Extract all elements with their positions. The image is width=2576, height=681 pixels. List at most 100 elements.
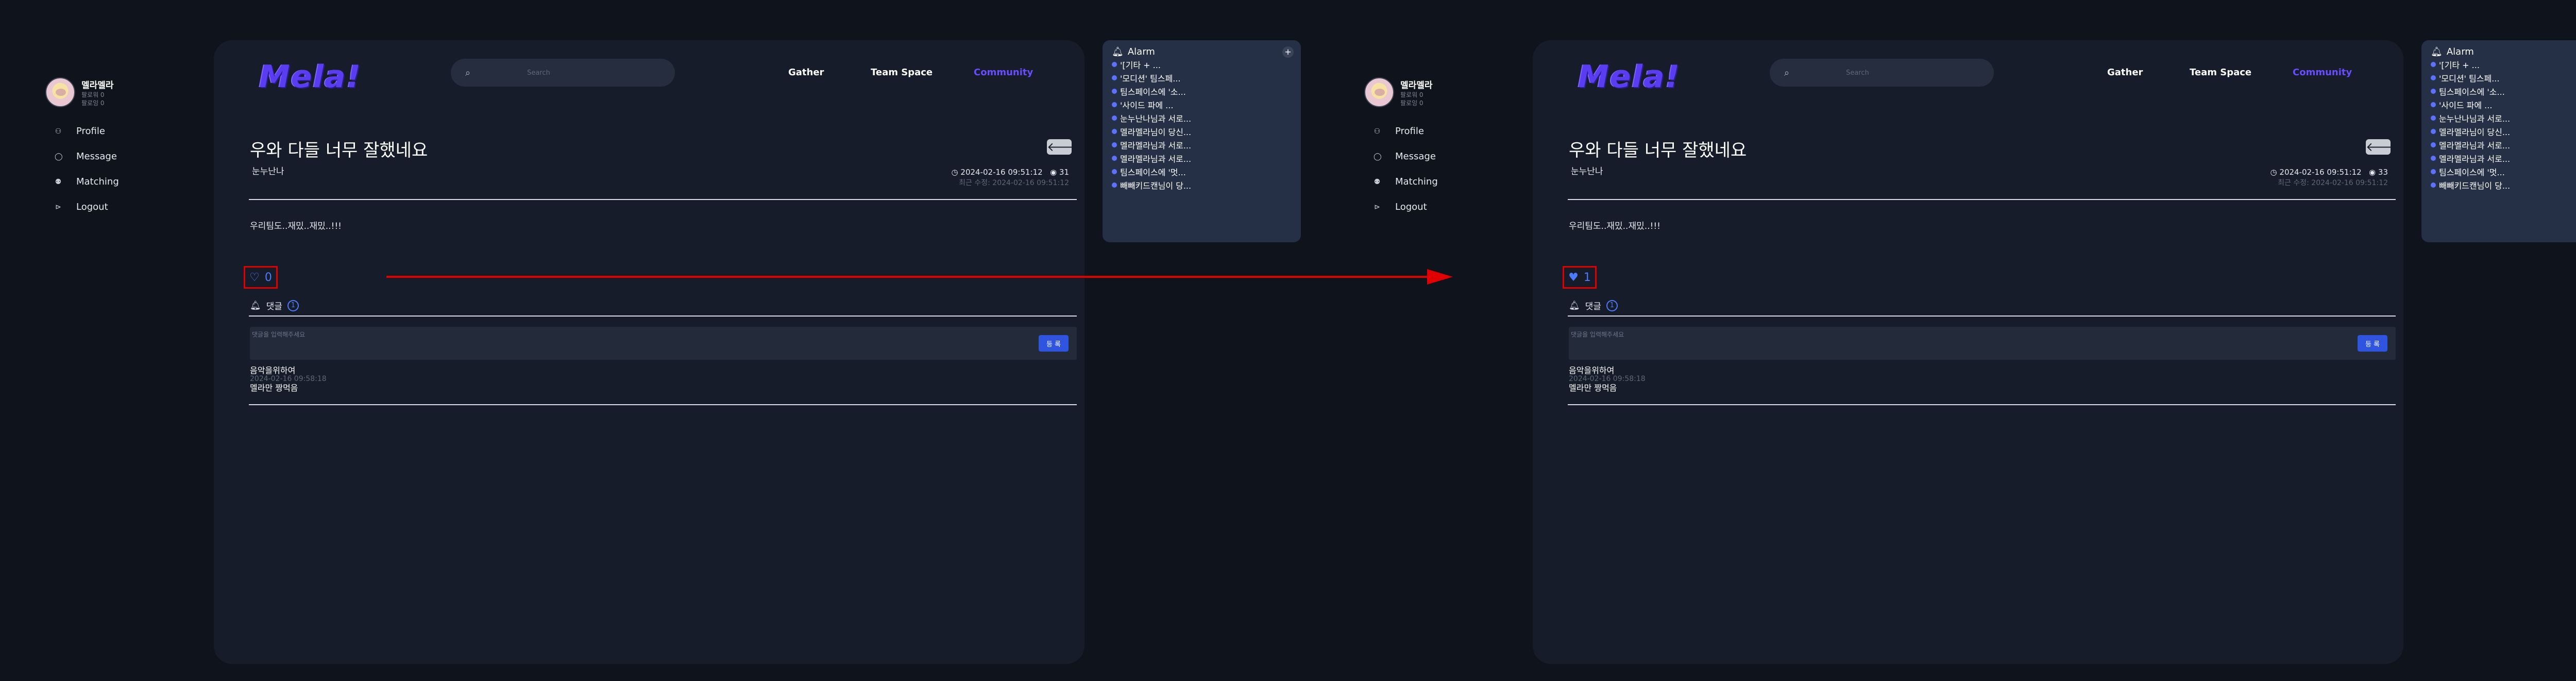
search-input[interactable] (1846, 69, 1950, 77)
sidebar: 멜라멜라 팔로워 0 팔로잉 0 ⚇ Profile ◯ Message ⚉ Matc… (45, 77, 179, 220)
alarm-item[interactable]: '사이드 파에 ... (2431, 98, 2576, 111)
bell-icon: 🔔︎ (250, 300, 261, 311)
unread-dot-icon (1112, 89, 1117, 94)
divider (249, 315, 1077, 317)
profile-name: 멜라멜라 (1400, 80, 1433, 91)
alarm-item[interactable]: 팀스페이스에 '소... (2431, 85, 2576, 98)
post-title: 우와 다들 너무 잘했네요 (1569, 140, 1747, 161)
back-button[interactable]: 🡐 (1047, 139, 1080, 155)
post-updated: 최근 수정: 2024-02-16 09:51:12 (959, 179, 1069, 187)
eye-icon: ◉ (2369, 168, 2376, 177)
like-count: 1 (1583, 271, 1591, 284)
divider (249, 404, 1077, 405)
alarm-item[interactable]: 눈누난나님과 서로... (1112, 111, 1301, 125)
like-button[interactable]: ♥ 1 (1563, 266, 1597, 289)
sidebar-item-message[interactable]: ◯ Message (45, 144, 179, 169)
alarm-item[interactable]: '모디션' 팀스페... (1112, 71, 1301, 85)
message-icon: ◯ (55, 152, 63, 161)
post-meta: ◷ 2024-02-16 09:51:12 ◉ 31 최근 수정: 2024-0… (952, 168, 1069, 188)
unread-dot-icon (2431, 142, 2436, 147)
alarm-item[interactable]: '[기타 + ... (1112, 58, 1301, 71)
comment-input[interactable] (252, 331, 973, 338)
comment-author: 음악을위하여 (1569, 366, 1615, 375)
eye-icon: ◉ (1050, 168, 1057, 177)
logout-icon: ⊳ (1374, 203, 1380, 211)
alarm-item[interactable]: 빼빼키드캔님이 당... (2431, 178, 2576, 192)
search-bar[interactable]: ⌕ (1770, 59, 1994, 87)
alarm-item[interactable]: '모디션' 팀스페... (2431, 71, 2576, 85)
unread-dot-icon (2431, 75, 2436, 80)
post-date: 2024-02-16 09:51:12 (960, 168, 1043, 177)
submit-comment-button[interactable]: 등 록 (2358, 335, 2387, 352)
alarm-item[interactable]: 멜라멜라님이 당신... (1112, 125, 1301, 138)
comment-header: 🔔︎ 댓글 1 (1569, 299, 1618, 312)
alarm-item[interactable]: 멜라멜라님과 서로... (2431, 138, 2576, 152)
sidebar-item-logout[interactable]: ⊳ Logout (45, 194, 179, 220)
alarm-item[interactable]: 빼빼키드캔님이 당... (1112, 178, 1301, 192)
clock-icon: ◷ (2270, 168, 2277, 177)
unread-dot-icon (2431, 89, 2436, 94)
alarm-item[interactable]: 눈누난나님과 서로... (2431, 111, 2576, 125)
unread-dot-icon (1112, 62, 1117, 67)
avatar[interactable] (45, 77, 75, 107)
profile-summary[interactable]: 멜라멜라 팔로워 0 팔로잉 0 (1364, 77, 1498, 107)
alarm-item[interactable]: 멜라멜라님과 서로... (2431, 152, 2576, 165)
nav-team-space[interactable]: Team Space (2190, 67, 2251, 78)
unread-dot-icon (1112, 156, 1117, 161)
sidebar-item-message[interactable]: ◯ Message (1364, 144, 1498, 169)
avatar[interactable] (1364, 77, 1394, 107)
unread-dot-icon (1112, 182, 1117, 188)
comment-text: 멜라만 짱먹음 (1569, 383, 1617, 393)
alarm-panel: 🔔︎ Alarm + '[기타 + ... '모디션' 팀스페... 팀스페이스… (2421, 40, 2576, 242)
comment-date: 2024-02-16 09:58:18 (1569, 375, 1646, 383)
divider (1568, 315, 2396, 317)
comment-input[interactable] (1571, 331, 2292, 338)
alarm-item[interactable]: 멜라멜라님과 서로... (1112, 138, 1301, 152)
logo[interactable]: Mela! (259, 59, 362, 95)
unread-dot-icon (2431, 182, 2436, 188)
logo[interactable]: Mela! (1578, 59, 1681, 95)
alarm-add-button[interactable]: + (1282, 46, 1294, 58)
bell-icon: 🔔︎ (2431, 46, 2443, 57)
submit-comment-button[interactable]: 등 록 (1039, 335, 1069, 352)
alarm-item[interactable]: 팀스페이스에 '소... (1112, 85, 1301, 98)
comment-author: 음악을위하여 (250, 366, 296, 375)
comment-item: 음악을위하여 2024-02-16 09:58:18 멜라만 짱먹음 (1569, 366, 1646, 392)
sidebar-item-profile[interactable]: ⚇ Profile (45, 119, 179, 144)
alarm-item[interactable]: '사이드 파에 ... (1112, 98, 1301, 111)
main-card: Mela! ⌕ Gather Team Space Community 우와 다… (214, 40, 1084, 664)
search-icon: ⌕ (465, 67, 471, 78)
message-icon: ◯ (1374, 152, 1382, 161)
post-author: 눈누난나 (1571, 167, 1603, 177)
alarm-item[interactable]: 팀스페이스에 '멋... (2431, 165, 2576, 178)
nav-gather[interactable]: Gather (2107, 67, 2143, 78)
sidebar-item-logout[interactable]: ⊳ Logout (1364, 194, 1498, 220)
search-input[interactable] (527, 69, 631, 77)
alarm-item[interactable]: 팀스페이스에 '멋... (1112, 165, 1301, 178)
alarm-item[interactable]: 멜라멜라님과 서로... (1112, 152, 1301, 165)
alarm-item[interactable]: 멜라멜라님이 당신... (2431, 125, 2576, 138)
comment-box: 등 록 (1569, 327, 2396, 360)
nav-community[interactable]: Community (974, 67, 1033, 78)
back-button[interactable]: 🡐 (2366, 139, 2399, 155)
search-icon: ⌕ (1784, 67, 1790, 78)
bell-icon: 🔔︎ (1112, 46, 1124, 57)
bell-icon: 🔔︎ (1569, 300, 1580, 311)
unread-dot-icon (1112, 142, 1117, 147)
divider (249, 199, 1077, 200)
search-bar[interactable]: ⌕ (451, 59, 675, 87)
comment-label: 댓글 (266, 302, 282, 312)
profile-summary[interactable]: 멜라멜라 팔로워 0 팔로잉 0 (45, 77, 179, 107)
sidebar-item-profile[interactable]: ⚇ Profile (1364, 119, 1498, 144)
unread-dot-icon (1112, 75, 1117, 80)
sidebar-item-matching[interactable]: ⚉ Matching (45, 169, 179, 194)
alarm-item[interactable]: '[기타 + ... (2431, 58, 2576, 71)
sidebar-item-matching[interactable]: ⚉ Matching (1364, 169, 1498, 194)
alarm-title: Alarm (1127, 46, 1155, 57)
like-button[interactable]: ♡ 0 (244, 266, 278, 289)
unread-dot-icon (1112, 115, 1117, 121)
nav-community[interactable]: Community (2293, 67, 2352, 78)
nav-team-space[interactable]: Team Space (871, 67, 933, 78)
post-date: 2024-02-16 09:51:12 (2279, 168, 2362, 177)
nav-gather[interactable]: Gather (788, 67, 824, 78)
